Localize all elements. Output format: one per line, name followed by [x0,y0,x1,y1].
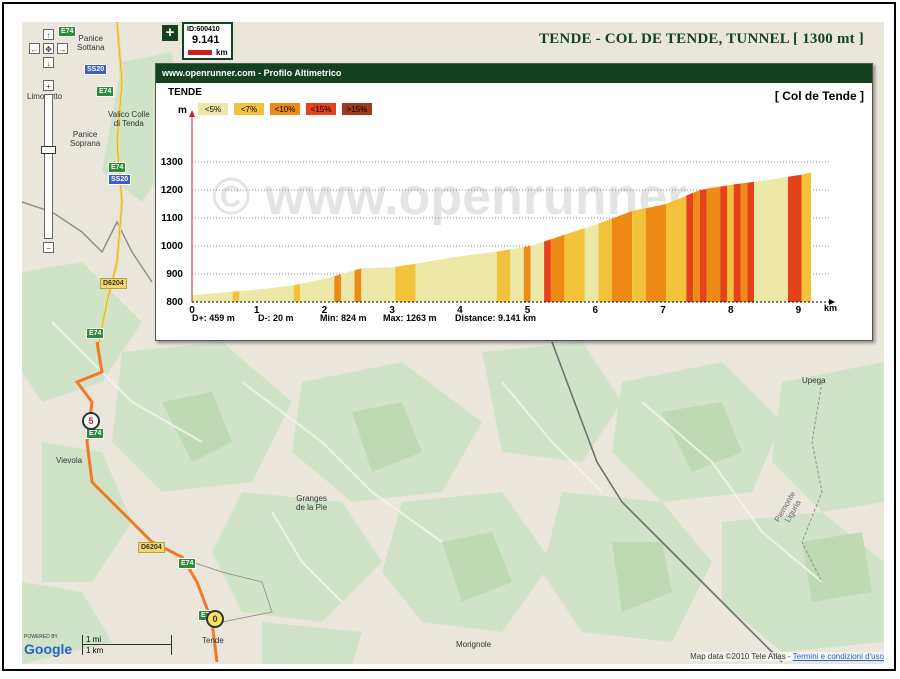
shield-e74: E74 [58,26,77,37]
shield-ss20: SS20 [84,64,108,75]
profile-end-label: [ Col de Tende ] [774,89,864,103]
distance-unit: km [216,48,228,57]
page-frame: Panice Sottana Limonetto Valico Colle di… [2,2,896,671]
label-morignole: Morignole [456,640,492,649]
shield-e74: E74 [86,328,105,339]
zoom-out-button[interactable]: − [43,242,54,253]
attribution-text: Map data ©2010 Tele Atlas - [690,652,793,661]
x-axis-unit: km [824,303,838,313]
powered-by: POWERED BY [24,634,58,640]
stat-d-plus: D+: 459 m [192,313,235,323]
scale-km: 1 km [86,646,104,655]
route-distance: 9.141 [192,34,220,46]
pan-down-button[interactable]: ↓ [43,57,54,68]
shield-e74: E74 [108,162,127,173]
shield-d6204: D6204 [100,278,127,289]
distance-bar [188,50,212,55]
label-granges: Granges de la Pie [296,494,328,512]
label-panice-sottana: Panice Sottana [77,34,105,52]
stat-distance: Distance: 9.141 km [455,313,537,323]
shield-e74: E74 [96,86,115,97]
stat-min: Min: 824 m [320,313,367,323]
marker-0-label: 0 [212,614,218,624]
pan-up-button[interactable]: ↑ [43,29,54,40]
zoom-slider-thumb[interactable] [41,146,56,154]
stat-max: Max: 1263 m [383,313,437,323]
shield-e74: E74 [178,558,197,569]
shield-d6204: D6204 [138,542,165,553]
profile-header: www.openrunner.com - Profilo Altimetrico [156,64,872,83]
y-axis-unit: m [178,105,187,116]
route-marker-5[interactable]: 5 [82,412,100,430]
label-vievola: Vievola [56,456,83,465]
scale-mi: 1 mi [86,635,102,644]
marker-5-label: 5 [88,416,94,426]
pan-right-button[interactable]: → [57,43,68,54]
scale-bar: 1 mi 1 km [82,635,172,655]
elevation-profile-panel: www.openrunner.com - Profilo Altimetrico… [155,63,873,341]
stat-d-minus: D-: 20 m [258,313,294,323]
profile-start-label: TENDE [168,87,202,98]
pan-center-button[interactable]: ✥ [43,43,54,54]
zoom-slider-track[interactable] [44,94,53,239]
zoom-in-button[interactable]: + [43,80,54,91]
google-logo[interactable]: Google [24,641,72,657]
route-infobox: ID:600410 9.141 km [182,22,233,60]
map-attribution: Map data ©2010 Tele Atlas - Termini e co… [690,652,884,661]
label-upega: Upega [802,376,826,385]
route-id: ID:600410 [187,26,220,33]
pan-left-button[interactable]: ← [29,43,40,54]
shield-ss20: SS20 [108,174,132,185]
route-marker-start[interactable]: 0 [206,610,224,628]
page-title: TENDE - COL DE TENDE, TUNNEL [ 1300 mt ] [539,31,864,47]
expand-plus-button[interactable]: + [162,25,178,41]
label-panice-soprana: Panice Soprana [70,130,101,148]
scale-mid [83,644,171,645]
label-tende: Tende [202,636,224,645]
label-valico: Valico Colle di Tenda [108,110,150,128]
terms-link[interactable]: Termini e condizioni d'uso [793,652,884,661]
